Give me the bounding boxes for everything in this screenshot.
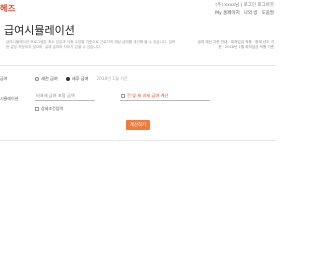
- tax-calc-label: 간 및 세 과세 급여 계산: [127, 92, 169, 98]
- calculate-button[interactable]: 계산하기: [126, 120, 150, 130]
- checkbox-icon[interactable]: [35, 107, 39, 111]
- radio-label: 세전 급여: [41, 76, 58, 81]
- meta-link-help[interactable]: 도움말: [262, 10, 274, 16]
- form-left-label-2: 시뮬레이션: [0, 96, 19, 101]
- radio-pre-tax[interactable]: 세전 급여: [35, 76, 58, 82]
- form-left-label: 급여: [0, 76, 8, 81]
- side-info: 급여 계산 기준 안내 · 최저임금 적용 · 현재 년도 기준 · 2018년…: [197, 40, 274, 50]
- site-logo[interactable]: 헤즈: [0, 3, 16, 14]
- checkbox-icon[interactable]: [121, 93, 125, 98]
- detail-conditions-label: 상세조건입력: [41, 106, 64, 111]
- radio-dot-icon: [65, 77, 70, 81]
- meta-link-my[interactable]: 나의 방: [244, 10, 258, 16]
- radio-label: 세후 급여: [71, 76, 89, 81]
- salary-input-placeholder: 비과세 급여 포함 금액: [36, 92, 75, 98]
- page-title: 급여시뮬레이션: [4, 24, 75, 37]
- top-bar: 헤즈 (주).xxxx님 | 로그인 로그아웃 My 홈페이지 나의 방 도움말: [0, 0, 276, 22]
- radio-post-tax[interactable]: 세후 급여: [65, 76, 89, 82]
- detail-conditions[interactable]: 상세조건입력: [35, 106, 63, 112]
- radio-label: 2018년 1월 기준: [96, 76, 128, 81]
- tax-calc-field[interactable]: 간 및 세 과세 급여 계산: [120, 91, 210, 101]
- header-meta: My 홈페이지 나의 방 도움말: [215, 10, 274, 16]
- page-description: 급여시뮬레이션 프로그램은 최소 임금과 각종 수당을 기준으로 근로자의 예상…: [6, 40, 176, 50]
- salary-input[interactable]: 비과세 급여 포함 금액: [35, 91, 95, 101]
- radio-date-basis[interactable]: 2018년 1월 기준: [97, 76, 128, 82]
- meta-link-home[interactable]: My 홈페이지: [215, 10, 240, 16]
- user-info[interactable]: (주).xxxx님 | 로그인 로그아웃: [215, 2, 274, 8]
- radio-dot-icon: [35, 77, 39, 81]
- section-divider: [0, 140, 276, 141]
- section-divider: [0, 65, 276, 66]
- salary-type-radio-group: 세전 급여 세후 급여 2018년 1월 기준: [35, 76, 128, 82]
